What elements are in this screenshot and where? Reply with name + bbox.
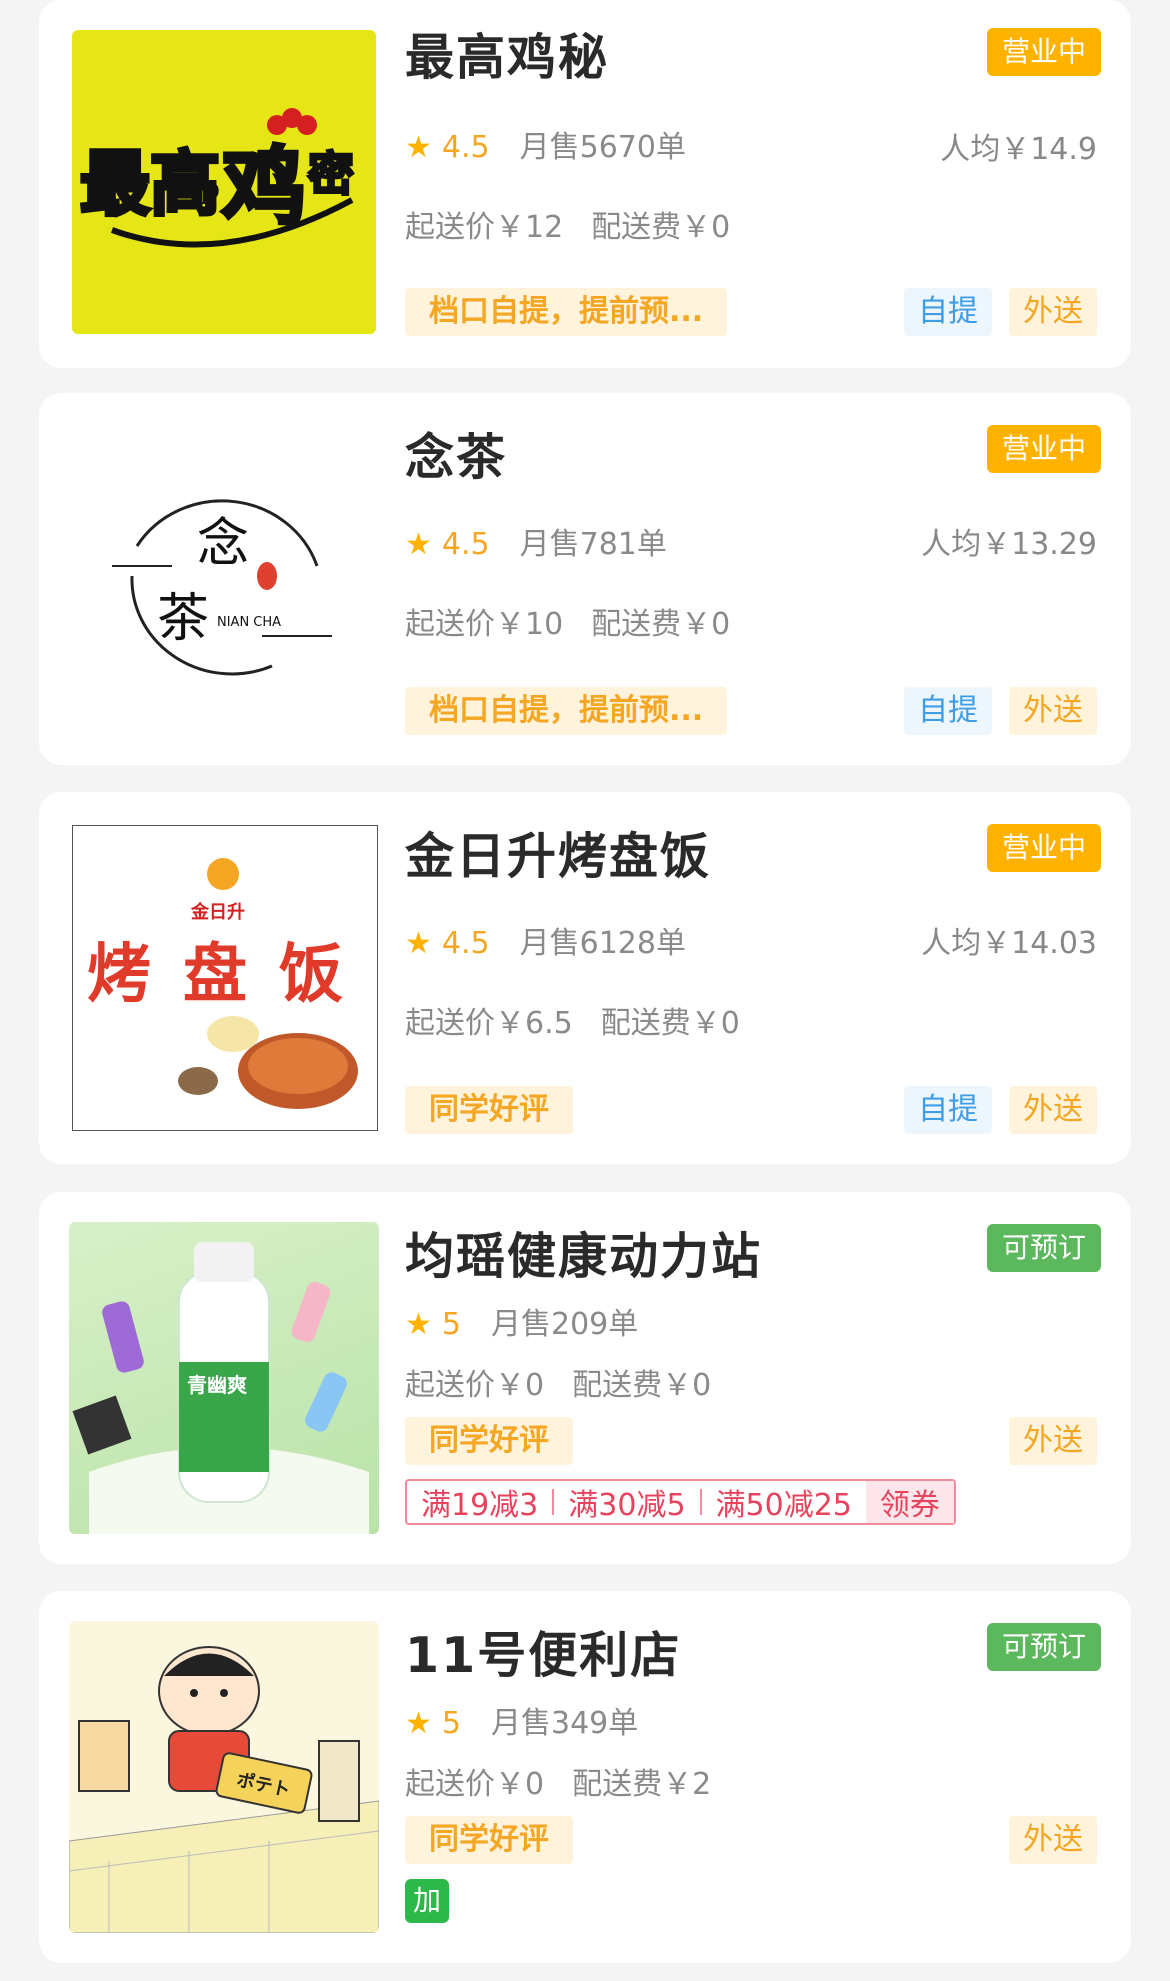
promo-tag: 档口自提，提前预... xyxy=(405,687,728,735)
status-badge: 营业中 xyxy=(986,28,1101,76)
rating-value: 4.5 xyxy=(441,527,490,562)
rating-value: 4.5 xyxy=(441,130,490,165)
status-badge: 营业中 xyxy=(986,425,1101,473)
min-order: 起送价￥0 xyxy=(405,1368,545,1403)
promo-tag: 同学好评 xyxy=(405,1816,573,1864)
logo-text: 念 xyxy=(197,514,249,574)
store-name: 金日升烤盘饭 xyxy=(405,828,712,885)
store-logo: 金日升 烤 盘 饭 xyxy=(72,825,378,1131)
store-logo: 最高 Top 鸡 密 xyxy=(72,30,376,334)
store-list: 最高 Top 鸡 密 最高鸡秘 营业中 ★ 4.5 月售5670单 人均￥14.9 … xyxy=(0,0,1170,1981)
promo-tag: 档口自提，提前预... xyxy=(405,288,728,336)
per-capita: 人均￥13.29 xyxy=(921,527,1097,562)
rating-row: ★ 5 月售349单 xyxy=(405,1698,638,1742)
rating-row: ★ 4.5 月售6128单 xyxy=(405,918,686,962)
status-badge: 可预订 xyxy=(986,1623,1101,1671)
delivery-tag: 外送 xyxy=(1009,1086,1097,1134)
promo-tag: 同学好评 xyxy=(405,1086,573,1134)
delivery-fee: 配送费￥0 xyxy=(572,1368,712,1403)
store-logo: 念 茶 NIAN CHA xyxy=(72,426,376,730)
star-icon: ★ xyxy=(405,1307,432,1342)
store-name: 最高鸡秘 xyxy=(405,29,610,86)
coupon-item: 满50减25 xyxy=(715,1488,852,1523)
pickup-tag: 自提 xyxy=(904,1086,992,1134)
fee-row: 起送价￥0 配送费￥2 xyxy=(405,1759,711,1803)
pickup-tag: 自提 xyxy=(904,687,992,735)
logo-text: Top xyxy=(164,172,220,205)
store-card[interactable]: 金日升 烤 盘 饭 金日升烤盘饭 营业中 ★ 4.5 月售6128单 人均￥14.0… xyxy=(39,792,1131,1164)
min-order: 起送价￥12 xyxy=(405,210,564,245)
delivery-fee: 配送费￥0 xyxy=(600,1006,740,1041)
fee-row: 起送价￥6.5 配送费￥0 xyxy=(405,998,740,1042)
min-order: 起送价￥6.5 xyxy=(405,1006,573,1041)
monthly-sales: 月售5670单 xyxy=(519,130,686,165)
delivery-fee: 配送费￥0 xyxy=(591,210,731,245)
fee-row: 起送价￥10 配送费￥0 xyxy=(405,599,730,643)
rating-row: ★ 4.5 月售781单 xyxy=(405,519,667,563)
logo-text: 烤 xyxy=(87,937,151,1012)
store-card[interactable]: ポテト 11号便利店 可预订 ★ 5 月售349单 起送价￥0 配送费￥2 同学好评 … xyxy=(39,1591,1131,1963)
logo-text: 金日升 xyxy=(190,901,245,923)
coupon-strip[interactable]: 满19减3 满30减5 满50减25 领券 xyxy=(405,1479,956,1525)
store-name: 念茶 xyxy=(405,429,508,486)
delivery-tag: 外送 xyxy=(1009,288,1097,336)
rating-row: ★ 5 月售209单 xyxy=(405,1299,638,1343)
status-badge: 营业中 xyxy=(986,824,1101,872)
promo-tag: 同学好评 xyxy=(405,1417,573,1465)
delivery-tag: 外送 xyxy=(1009,687,1097,735)
logo-text: 青幽爽 xyxy=(187,1373,247,1397)
delivery-fee: 配送费￥0 xyxy=(591,607,731,642)
get-coupon-button[interactable]: 领券 xyxy=(865,1481,954,1523)
coupon-item: 满19减3 xyxy=(421,1488,539,1523)
fee-row: 起送价￥0 配送费￥0 xyxy=(405,1360,711,1404)
fee-row: 起送价￥12 配送费￥0 xyxy=(405,202,730,246)
pickup-tag: 自提 xyxy=(904,288,992,336)
star-icon: ★ xyxy=(405,527,432,562)
monthly-sales: 月售349单 xyxy=(491,1706,639,1741)
store-logo: ポテト xyxy=(69,1621,379,1933)
star-icon: ★ xyxy=(405,926,432,961)
store-name: 均瑶健康动力站 xyxy=(405,1228,763,1285)
monthly-sales: 月售209单 xyxy=(491,1307,639,1342)
star-icon: ★ xyxy=(405,130,432,165)
logo-text: 鸡 xyxy=(222,137,306,236)
min-order: 起送价￥0 xyxy=(405,1767,545,1802)
logo-text: NIAN CHA xyxy=(217,615,281,630)
store-card[interactable]: 念 茶 NIAN CHA 念茶 营业中 ★ 4.5 月售781单 人均￥13.29 … xyxy=(39,393,1131,765)
store-logo: 青幽爽 xyxy=(69,1222,379,1534)
coupon-item: 满30减5 xyxy=(568,1488,686,1523)
delivery-tag: 外送 xyxy=(1009,1417,1097,1465)
logo-text: 饭 xyxy=(279,937,343,1012)
per-capita: 人均￥14.9 xyxy=(940,132,1097,167)
monthly-sales: 月售6128单 xyxy=(519,926,686,961)
rating-value: 5 xyxy=(441,1706,461,1741)
monthly-sales: 月售781单 xyxy=(519,527,667,562)
per-capita: 人均￥14.03 xyxy=(921,926,1097,961)
min-order: 起送价￥10 xyxy=(405,607,564,642)
rating-value: 4.5 xyxy=(441,926,490,961)
store-name: 11号便利店 xyxy=(405,1627,682,1684)
store-card[interactable]: 青幽爽 均瑶健康动力站 可预订 ★ 5 月售209单 起送价￥0 配送费￥0 同学好评… xyxy=(39,1192,1131,1564)
delivery-fee: 配送费￥2 xyxy=(572,1767,712,1802)
star-icon: ★ xyxy=(405,1706,432,1741)
logo-text: 密 xyxy=(308,147,354,201)
rating-value: 5 xyxy=(441,1307,461,1342)
store-card[interactable]: 最高 Top 鸡 密 最高鸡秘 营业中 ★ 4.5 月售5670单 人均￥14.9 … xyxy=(39,0,1131,368)
logo-text: 茶 xyxy=(157,589,209,649)
rating-row: ★ 4.5 月售5670单 xyxy=(405,122,686,166)
status-badge: 可预订 xyxy=(986,1224,1101,1272)
add-badge: 加 xyxy=(405,1879,449,1923)
delivery-tag: 外送 xyxy=(1009,1816,1097,1864)
logo-text: 盘 xyxy=(183,937,247,1012)
